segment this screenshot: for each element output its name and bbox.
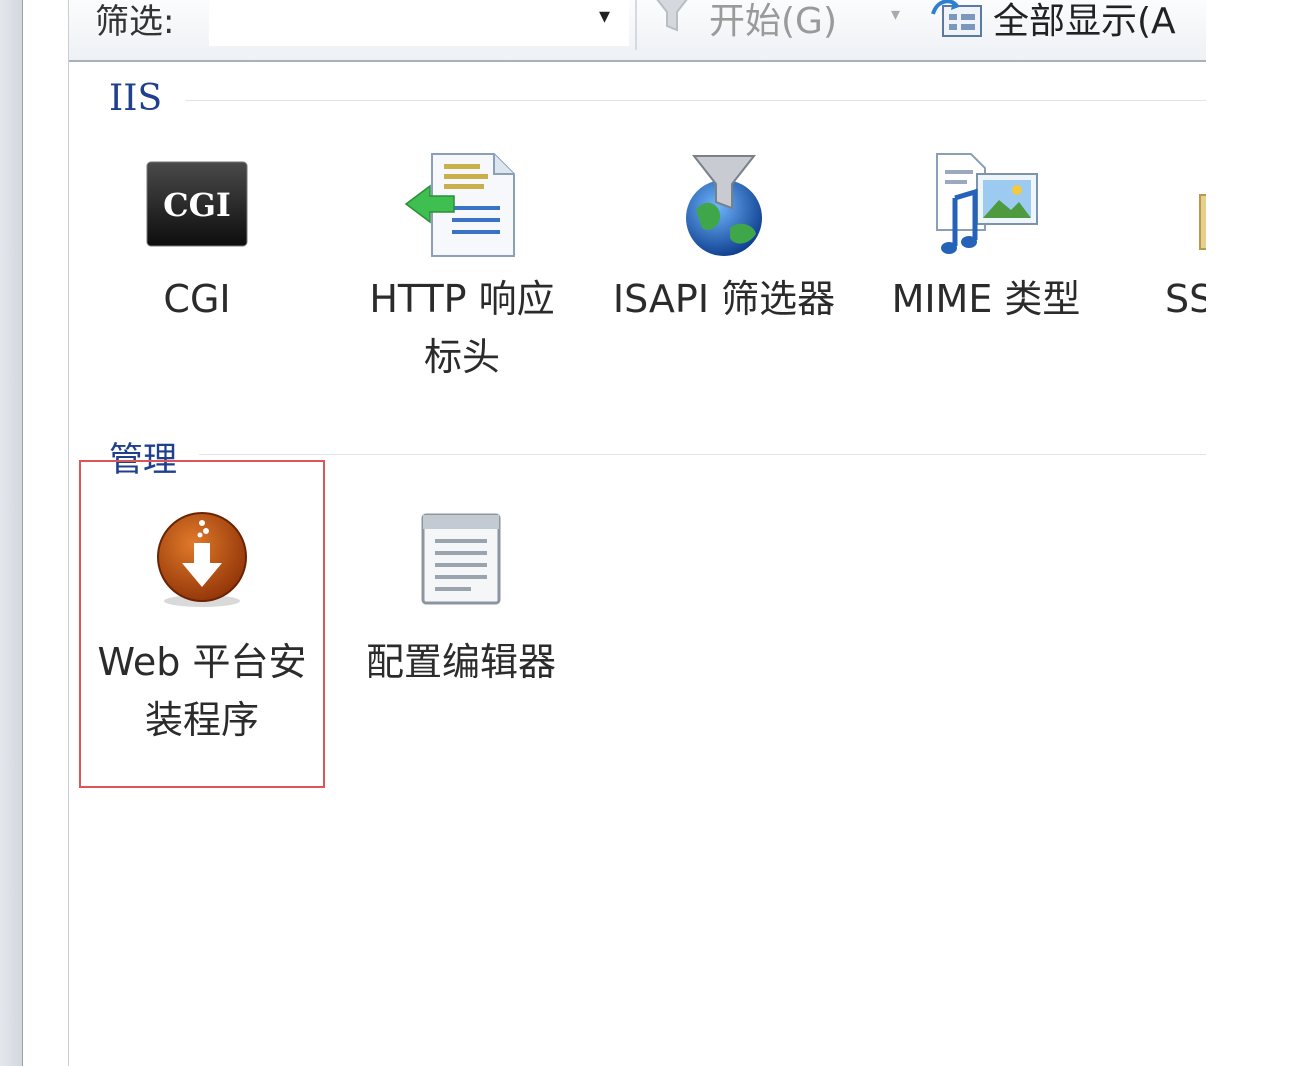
feature-mime-types[interactable]: MIME 类型 xyxy=(867,150,1105,328)
go-dropdown-arrow-icon[interactable]: ▾ xyxy=(891,4,900,25)
filter-label: 筛选: xyxy=(95,2,175,42)
group-header-iis: IIS xyxy=(109,78,1207,119)
mime-types-icon xyxy=(936,153,1038,254)
feature-configuration-editor[interactable]: 配置编辑器 xyxy=(351,505,571,691)
features-view: 筛选: ▾ 开始(G) ▾ 全部显示(A IIS CGI CGI HTTP 响应… xyxy=(68,0,1207,1066)
group-divider xyxy=(185,100,1207,101)
feature-http-response-headers[interactable]: HTTP 响应标头 xyxy=(331,150,593,386)
web-platform-installer-icon xyxy=(157,512,247,607)
group-divider xyxy=(199,454,1207,455)
feature-label: 配置编辑器 xyxy=(365,640,556,684)
cgi-icon-text: CGI xyxy=(163,186,231,224)
feature-label: CGI xyxy=(163,277,231,321)
toolbar-separator xyxy=(635,0,637,50)
group-title: IIS xyxy=(109,78,163,119)
funnel-icon[interactable] xyxy=(649,0,695,36)
feature-cgi[interactable]: CGI CGI xyxy=(113,150,281,328)
show-all-icon[interactable] xyxy=(927,0,987,44)
feature-ssl[interactable]: SS xyxy=(1159,150,1207,328)
viewport-clip xyxy=(1206,0,1294,1066)
go-button[interactable]: 开始(G) xyxy=(709,0,837,44)
feature-label: MIME 类型 xyxy=(891,277,1081,321)
filter-toolbar: 筛选: ▾ 开始(G) ▾ 全部显示(A xyxy=(69,0,1207,62)
feature-web-platform-installer[interactable]: Web 平台安装程序 xyxy=(79,505,325,749)
feature-label: Web 平台安装程序 xyxy=(97,640,307,742)
feature-label: HTTP 响应标头 xyxy=(369,277,555,379)
show-all-button[interactable]: 全部显示(A xyxy=(993,0,1176,44)
feature-label: ISAPI 筛选器 xyxy=(612,277,836,321)
feature-label: SS xyxy=(1165,277,1207,321)
filter-dropdown-arrow-icon[interactable]: ▾ xyxy=(599,4,610,29)
configuration-editor-icon xyxy=(421,513,501,605)
isapi-filters-icon xyxy=(686,155,762,256)
cgi-icon: CGI xyxy=(146,161,248,247)
feature-isapi-filters[interactable]: ISAPI 筛选器 xyxy=(599,150,849,328)
http-response-headers-icon xyxy=(404,153,515,257)
filter-input[interactable] xyxy=(209,0,629,46)
window-left-border xyxy=(0,0,23,1066)
